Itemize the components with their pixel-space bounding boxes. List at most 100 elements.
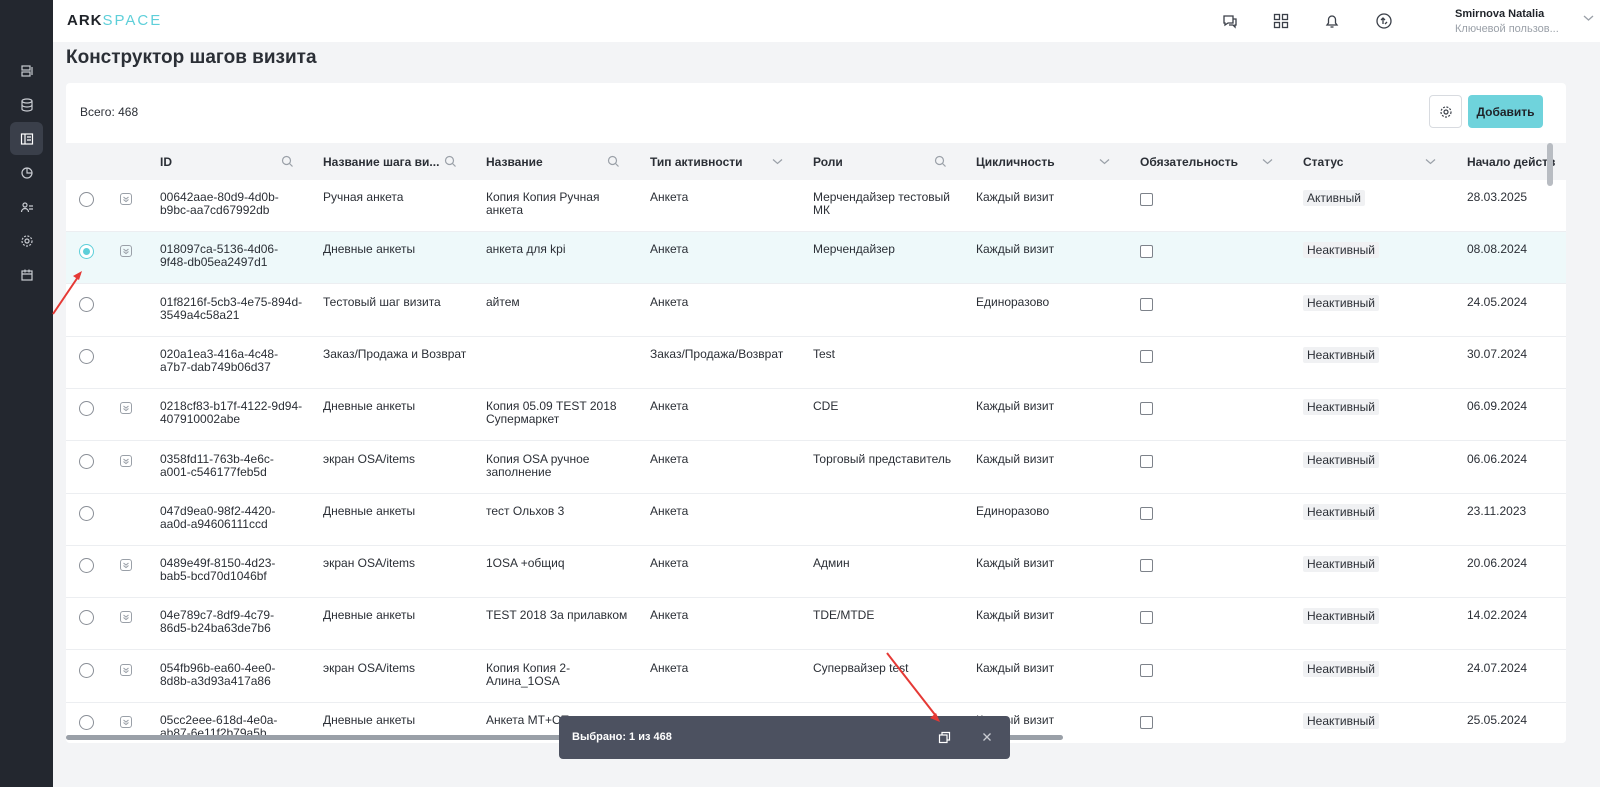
chevron-down-icon[interactable] [771, 155, 784, 168]
chevron-down-icon[interactable] [1583, 14, 1594, 22]
vertical-scrollbar[interactable] [1547, 143, 1553, 186]
expand-icon[interactable] [120, 663, 132, 676]
table-row[interactable]: 01f8216f-5cb3-4e75-894d- 3549a4c58a21 Тест… [66, 284, 1566, 337]
table-row[interactable]: 018097ca-5136-4d06- 9f48-db05ea2497d1 Днев… [66, 232, 1566, 285]
table-header: ID Название шага ви... Название Тип активно… [66, 143, 1566, 180]
database-icon[interactable] [10, 88, 43, 121]
user-menu[interactable]: Smirnova Natalia Ключевой пользов... [1455, 8, 1559, 35]
expand-icon[interactable] [120, 716, 132, 728]
row-id-line: 407910002abe [160, 412, 241, 427]
expand-icon[interactable] [120, 193, 132, 205]
cell-name: TEST 2018 За прилавком [486, 608, 628, 623]
mandatory-checkbox[interactable] [1140, 193, 1153, 206]
table-row[interactable]: 00642aae-80d9-4d0b-b9bc-aa7cd67992db Ручн… [66, 180, 1566, 232]
table-row[interactable]: 04e789c7-8df9-4c79- 86d5-b24ba63de7b6 Днев… [66, 598, 1566, 651]
help-chat-icon[interactable] [1219, 10, 1241, 32]
row-radio[interactable] [79, 296, 94, 312]
table-row[interactable]: 0218cf83-b17f-4122-9d94- 407910002abe Днев… [66, 389, 1566, 442]
row-id-line: 020a1ea3-416a-4c48- [160, 346, 279, 361]
cell-step-name: Дневные анкеты [323, 242, 416, 257]
table-row[interactable]: 047d9ea0-98f2-4420- aa0d-a94606111ccd Днев… [66, 493, 1566, 546]
mandatory-checkbox[interactable] [1140, 506, 1153, 520]
table-settings-button[interactable] [1429, 95, 1462, 128]
calendar-icon[interactable] [10, 258, 43, 291]
cell-activity-type: Анкета [650, 190, 689, 204]
column-header[interactable]: Название [486, 143, 543, 180]
column-header[interactable]: Статус [1303, 143, 1343, 180]
user-name: Smirnova Natalia [1455, 8, 1545, 20]
mandatory-checkbox[interactable] [1140, 716, 1153, 729]
expand-icon[interactable] [120, 454, 132, 467]
cell-roles: Мерчендайзер [813, 242, 895, 257]
row-radio[interactable] [79, 348, 94, 364]
column-header[interactable]: Тип активности [650, 143, 743, 180]
chevron-down-icon[interactable] [1424, 155, 1437, 168]
cell-cyclicity: Единоразово [976, 294, 1050, 309]
bell-icon[interactable] [1321, 10, 1343, 32]
table-row[interactable]: 020a1ea3-416a-4c48- a7b7-dab749b06d37 Зака… [66, 336, 1566, 389]
expand-icon[interactable] [120, 559, 132, 572]
column-header[interactable]: Роли [813, 143, 843, 180]
mandatory-checkbox[interactable] [1140, 559, 1153, 573]
logo[interactable]: ARK SPACE [67, 12, 162, 29]
column-header[interactable]: ID [160, 143, 172, 180]
chart-icon[interactable] [10, 156, 43, 189]
close-icon[interactable] [980, 730, 994, 744]
search-icon[interactable] [281, 155, 294, 168]
cell-step-name: Дневные анкеты [323, 503, 416, 518]
row-id-line: aa0d-a94606111ccd [160, 516, 268, 531]
cell-roles: Мерчендайзер тестовый МК [813, 190, 950, 217]
cell-start-date: 30.07.2024 [1467, 346, 1528, 361]
mandatory-checkbox[interactable] [1140, 297, 1153, 311]
row-radio[interactable] [79, 610, 94, 626]
mandatory-checkbox[interactable] [1140, 245, 1153, 259]
row-radio[interactable] [79, 453, 94, 469]
cell-activity-type: Анкета [650, 556, 689, 571]
layout-icon[interactable] [10, 122, 43, 155]
add-button[interactable]: Добавить [1468, 95, 1543, 128]
cell-roles: Test [813, 346, 836, 361]
report-icon[interactable] [10, 54, 43, 87]
cell-roles: CDE [813, 399, 839, 414]
expand-icon[interactable] [120, 402, 132, 415]
row-radio[interactable] [79, 662, 94, 678]
row-radio[interactable] [79, 401, 94, 417]
column-header[interactable]: Цикличность [976, 143, 1055, 180]
mandatory-checkbox[interactable] [1140, 349, 1153, 363]
mandatory-checkbox[interactable] [1140, 402, 1153, 416]
chevron-down-icon[interactable] [1098, 155, 1111, 168]
search-icon[interactable] [444, 155, 457, 168]
search-icon[interactable] [607, 155, 620, 168]
row-radio[interactable] [79, 505, 94, 521]
status-badge: Неактивный [1303, 608, 1379, 625]
expand-icon[interactable] [120, 245, 132, 258]
cell-activity-type: Анкета [650, 451, 689, 466]
row-radio[interactable] [79, 558, 94, 574]
table-card: Всего: 468 Добавить ID Название шага ви..… [66, 83, 1566, 743]
cell-cyclicity: Каждый визит [976, 556, 1055, 571]
column-header[interactable]: Обязательность [1140, 143, 1238, 180]
row-radio[interactable] [79, 715, 94, 730]
search-icon[interactable] [934, 155, 947, 168]
cell-cyclicity: Каждый визит [976, 660, 1055, 675]
column-header[interactable]: Название шага ви... [323, 143, 439, 180]
table-row[interactable]: 0358fd11-763b-4e6c-a001-c546177feb5d экра… [66, 441, 1566, 494]
mandatory-checkbox[interactable] [1140, 454, 1153, 468]
table-row[interactable]: 054fb96b-ea60-4ee0- 8d8b-a3d93a417a86 экра… [66, 650, 1566, 703]
row-radio[interactable] [79, 192, 94, 207]
mandatory-checkbox[interactable] [1140, 611, 1153, 625]
users-icon[interactable] [10, 190, 43, 223]
sync-icon[interactable] [1373, 10, 1395, 32]
row-radio[interactable] [79, 244, 94, 260]
column-header[interactable]: Начало действ [1467, 143, 1555, 180]
mandatory-checkbox[interactable] [1140, 663, 1153, 677]
expand-icon[interactable] [120, 611, 132, 624]
copy-icon[interactable] [938, 731, 951, 744]
gear-icon [1439, 105, 1452, 118]
chevron-down-icon[interactable] [1261, 155, 1274, 168]
apps-grid-icon[interactable] [1270, 10, 1292, 32]
row-id: 018097ca-5136-4d06- 9f48-db05ea2497d1 [160, 243, 310, 269]
settings-icon[interactable] [10, 224, 43, 257]
table-row[interactable]: 0489e49f-8150-4d23- bab5-bcd70d1046bf экра… [66, 546, 1566, 599]
cell-activity-type: Анкета [650, 399, 689, 414]
